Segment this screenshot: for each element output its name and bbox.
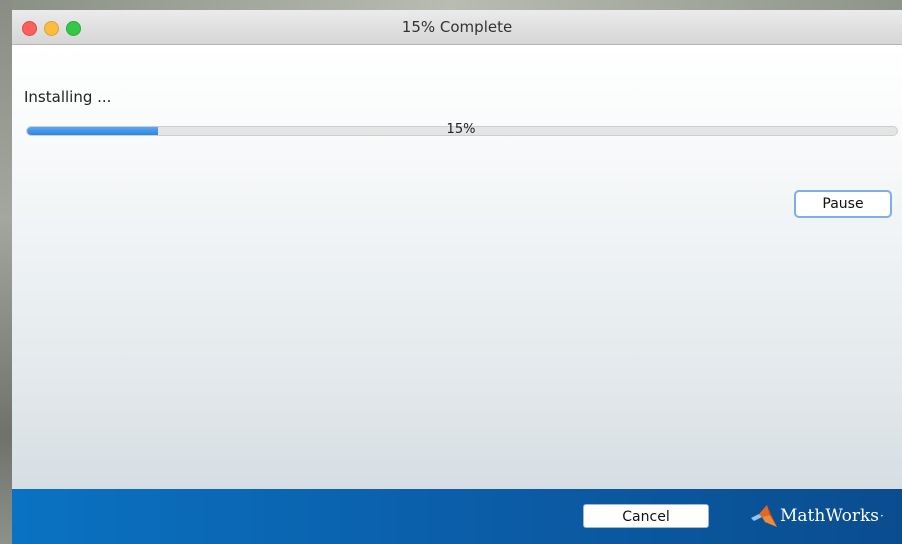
- install-status-label: Installing ...: [24, 88, 112, 106]
- mathworks-brand: MathWorks ·: [750, 502, 884, 530]
- cancel-button[interactable]: Cancel: [583, 504, 709, 528]
- mathworks-trademark-dot: ·: [880, 509, 884, 523]
- mathworks-logo-icon: [751, 505, 777, 527]
- mathworks-wordmark: MathWorks: [780, 506, 880, 526]
- footer-bar: Cancel MathWorks ·: [12, 489, 902, 544]
- installer-window: 15% Complete Installing ... 15% Pause Ca…: [12, 10, 902, 544]
- desktop-background-left: [0, 0, 12, 544]
- install-panel: Installing ... 15% Pause: [12, 45, 902, 489]
- pause-button[interactable]: Pause: [794, 190, 892, 218]
- desktop-background-top: [0, 0, 902, 10]
- window-title: 15% Complete: [401, 18, 513, 36]
- title-bar[interactable]: 15% Complete: [12, 10, 902, 45]
- progress-percent-label: 15%: [446, 122, 476, 137]
